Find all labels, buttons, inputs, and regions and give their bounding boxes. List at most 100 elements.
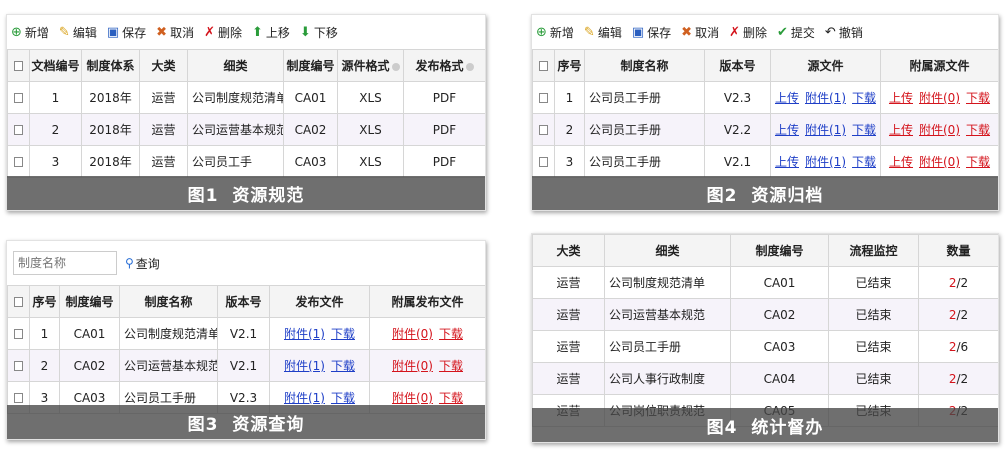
sort-icon[interactable]	[391, 62, 400, 71]
search-input[interactable]	[13, 251, 117, 275]
table-row[interactable]: 运营 公司制度规范清单 CA01 已结束 2/2	[532, 266, 998, 299]
version: V2.2	[704, 113, 771, 146]
quantity: 2/2	[918, 266, 998, 299]
file-link[interactable]: 下载	[439, 359, 463, 373]
table-row[interactable]: 2 公司员工手册 V2.2 上传 附件(1) 下载 上传 附件(0) 下载	[532, 113, 998, 146]
table-row[interactable]: 1 2018年 运营 公司制度规范清单 CA01 XLS PDF	[7, 81, 485, 114]
table-row[interactable]: 1 公司员工手册 V2.3 上传 附件(1) 下载 上传 附件(0) 下载	[532, 81, 998, 114]
pencil-icon: ✎	[58, 24, 70, 40]
toolbar-button[interactable]: ✗ 删除	[204, 24, 242, 41]
column-header: 版本号	[217, 285, 270, 318]
file-link[interactable]: 附件(0)	[392, 359, 433, 373]
figure-title: 资源查询	[232, 414, 305, 435]
file-link[interactable]: 附件(0)	[919, 155, 960, 169]
search-button[interactable]: ⚲ 查询	[125, 255, 160, 272]
file-link[interactable]: 附件(0)	[392, 391, 433, 405]
file-link[interactable]: 附件(0)	[919, 91, 960, 105]
undo-icon: ↶	[824, 24, 836, 40]
figure-banner: 图1 资源规范	[7, 176, 485, 210]
file-link[interactable]: 下载	[852, 123, 876, 137]
toolbar-button[interactable]: ↶ 撤销	[825, 24, 863, 41]
toolbar-button[interactable]: ✖ 取消	[156, 24, 194, 41]
process-status: 已结束	[828, 298, 919, 331]
table-row[interactable]: 3 公司员工手册 V2.1 上传 附件(1) 下载 上传 附件(0) 下载	[532, 145, 998, 178]
toolbar-button[interactable]: ⊕ 新增	[536, 24, 574, 41]
file-link[interactable]: 附件(1)	[805, 155, 846, 169]
file-link[interactable]: 上传	[889, 155, 913, 169]
table-row[interactable]: 2 CA02 公司运营基本规范 V2.1 附件(1) 下载 附件(0) 下载	[7, 349, 485, 382]
file-link[interactable]: 下载	[439, 327, 463, 341]
spec-table: 文档编号 制度体系 大类 细类 制度编号 源件格式 发布格式 1 2018年 运营 公司制度规范清…	[7, 49, 485, 178]
file-link[interactable]: 上传	[775, 155, 799, 169]
file-link[interactable]: 下载	[966, 123, 990, 137]
toolbar-button[interactable]: ✗ 删除	[729, 24, 767, 41]
row-checkbox[interactable]	[14, 329, 23, 339]
row-checkbox[interactable]	[539, 61, 548, 71]
table-row[interactable]: 3 2018年 运营 公司员工手 CA03 XLS PDF	[7, 145, 485, 178]
plus-circle-icon: ⊕	[536, 24, 547, 40]
file-link[interactable]: 附件(1)	[284, 391, 325, 405]
file-link[interactable]: 下载	[852, 91, 876, 105]
panel-resource-query: ⚲ 查询 序号制度编号制度名称版本号发布文件附属发布文件 1CA01公司制度规范…	[6, 240, 486, 440]
file-link[interactable]: 下载	[331, 391, 355, 405]
checkbox-cell	[7, 49, 30, 82]
file-link[interactable]: 附件(1)	[805, 123, 846, 137]
row-checkbox[interactable]	[14, 393, 23, 403]
row-checkbox[interactable]	[539, 157, 548, 167]
toolbar-button[interactable]: ✖ 取消	[681, 24, 719, 41]
table-cell: 3	[29, 145, 82, 178]
toolbar-button[interactable]: ▣ 保存	[107, 24, 146, 41]
file-link[interactable]: 下载	[966, 91, 990, 105]
file-link[interactable]: 下载	[966, 155, 990, 169]
row-checkbox[interactable]	[14, 157, 23, 167]
file-link[interactable]: 附件(0)	[919, 123, 960, 137]
toolbar-button[interactable]: ⊕ 新增	[11, 24, 49, 41]
file-link[interactable]: 附件(1)	[284, 359, 325, 373]
file-link[interactable]: 附件(0)	[392, 327, 433, 341]
row-checkbox[interactable]	[14, 61, 23, 71]
file-link[interactable]: 上传	[889, 123, 913, 137]
row-checkbox[interactable]	[539, 93, 548, 103]
toolbar-button-label: 提交	[790, 25, 815, 40]
row-checkbox[interactable]	[14, 361, 23, 371]
table-row[interactable]: 2 2018年 运营 公司运营基本规范 CA02 XLS PDF	[7, 113, 485, 146]
file-link[interactable]: 上传	[775, 123, 799, 137]
toolbar-button[interactable]: ✔ 提交	[777, 24, 815, 41]
category: 运营	[532, 266, 605, 299]
row-checkbox[interactable]	[14, 93, 23, 103]
column-header: 大类	[532, 234, 605, 267]
table-row[interactable]: 运营 公司运营基本规范 CA02 已结束 2/2	[532, 298, 998, 331]
file-link[interactable]: 附件(1)	[284, 327, 325, 341]
row-checkbox[interactable]	[539, 125, 548, 135]
checkbox-cell	[7, 81, 30, 114]
figure-number: 图1	[187, 185, 219, 206]
category: 运营	[532, 330, 605, 363]
toolbar-button[interactable]: ✎ 编辑	[59, 24, 97, 41]
file-link[interactable]: 下载	[331, 327, 355, 341]
toolbar-button[interactable]: ✎ 编辑	[584, 24, 622, 41]
toolbar-button[interactable]: ▣ 保存	[632, 24, 671, 41]
quantity: 2/6	[918, 330, 998, 363]
source-file-links: 上传 附件(1) 下载	[770, 81, 881, 114]
file-link[interactable]: 下载	[331, 359, 355, 373]
row-number: 2	[554, 113, 585, 146]
file-link[interactable]: 上传	[889, 91, 913, 105]
table-row[interactable]: 1 CA01 公司制度规范清单 V2.1 附件(1) 下载 附件(0) 下载	[7, 317, 485, 350]
row-checkbox[interactable]	[14, 125, 23, 135]
figure-banner: 图2 资源归档	[532, 176, 998, 210]
column-header: 制度体系	[81, 49, 140, 82]
table-row[interactable]: 运营 公司员工手册 CA03 已结束 2/6	[532, 330, 998, 363]
file-link[interactable]: 附件(1)	[805, 91, 846, 105]
table-cell: 运营	[139, 113, 188, 146]
table-row[interactable]: 运营 公司人事行政制度 CA04 已结束 2/2	[532, 362, 998, 395]
search-bar: ⚲ 查询	[7, 241, 485, 285]
file-link[interactable]: 下载	[439, 391, 463, 405]
toolbar-button[interactable]: ⬇ 下移	[300, 24, 338, 41]
row-checkbox[interactable]	[14, 297, 23, 307]
toolbar-button-label: 删除	[742, 25, 767, 40]
file-link[interactable]: 下载	[852, 155, 876, 169]
sort-icon[interactable]	[465, 62, 474, 71]
column-header: 流程监控	[828, 234, 919, 267]
file-link[interactable]: 上传	[775, 91, 799, 105]
toolbar-button[interactable]: ⬆ 上移	[252, 24, 290, 41]
